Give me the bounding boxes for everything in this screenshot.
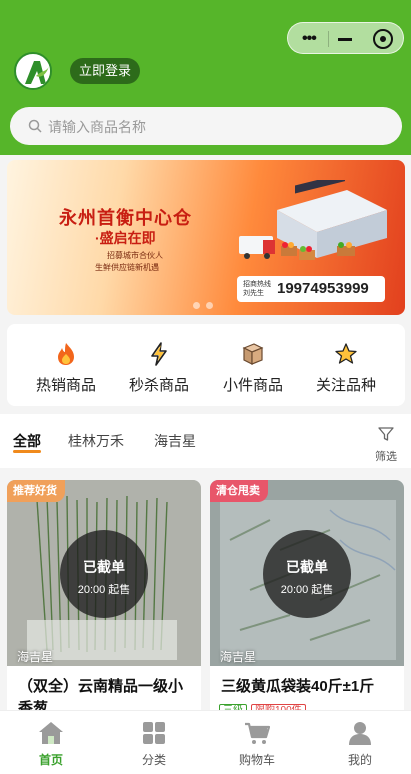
header: ••• 立即登录 请输入商品名称 (0, 0, 411, 155)
promo-ribbon: 清仓甩卖 (210, 480, 268, 502)
sale-time: 20:00 起售 (77, 584, 131, 596)
product-card[interactable]: 推荐好货 已截单 20:00 起售 海吉星 （双全）云南精品一级小香葱 (7, 480, 201, 730)
search-bar[interactable]: 请输入商品名称 (10, 107, 402, 145)
logo-icon (14, 52, 52, 90)
product-name[interactable]: 三级黄瓜袋装40斤±1斤 (221, 676, 399, 698)
category-followed[interactable]: 关注品种 (296, 342, 396, 395)
box-icon (203, 342, 303, 366)
filter-icon (378, 427, 394, 441)
tabbar-cart[interactable]: 购物车 (212, 719, 302, 768)
product-brand: 海吉星 (220, 650, 257, 664)
grid-icon (109, 719, 199, 747)
tab-all[interactable]: 全部 (13, 431, 41, 451)
category-label: 秒杀商品 (128, 377, 189, 394)
star-icon (296, 342, 396, 366)
target-icon[interactable] (373, 29, 393, 49)
more-dots-icon[interactable]: ••• (302, 30, 317, 48)
tab-active-indicator (13, 450, 41, 453)
tabbar-label: 购物车 (238, 753, 275, 767)
search-placeholder: 请输入商品名称 (48, 119, 146, 135)
banner-subtitle: ·盛启在即 (95, 230, 156, 246)
banner-line-2: 生鲜供应链新机遇 (95, 263, 159, 272)
mini-program-capsule: ••• (287, 22, 404, 54)
tabbar-home[interactable]: 首页 (6, 719, 96, 768)
filter-button[interactable]: 筛选 (373, 426, 399, 464)
hotline-number[interactable]: 19974953999 (277, 280, 369, 297)
bottom-tab-bar: 首页 分类 购物车 我的 (0, 710, 411, 774)
product-card[interactable]: 清仓甩卖 已截单 20:00 起售 海吉星 三级黄瓜袋装40斤±1斤 三级限购1… (210, 480, 404, 730)
sold-out-badge: 已截单 20:00 起售 (263, 530, 351, 618)
promo-ribbon: 推荐好货 (7, 480, 65, 502)
home-icon (6, 719, 96, 747)
capsule-divider (328, 31, 329, 47)
tabbar-label: 首页 (38, 753, 63, 767)
tabbar-label: 分类 (141, 753, 166, 767)
search-icon (28, 119, 42, 138)
banner-title: 永州首衡中心仓 (59, 208, 192, 228)
category-hot[interactable]: 热销商品 (16, 342, 116, 395)
warehouse-illustration (239, 180, 387, 260)
tabbar-label: 我的 (347, 753, 372, 767)
pager-dot[interactable] (206, 302, 213, 309)
flame-icon (16, 342, 116, 366)
category-small-items[interactable]: 小件商品 (203, 342, 303, 395)
minimize-icon[interactable] (338, 38, 352, 41)
category-label: 关注品种 (315, 377, 376, 394)
tab-haijixing[interactable]: 海吉星 (154, 431, 196, 451)
tab-guilin-wanhe[interactable]: 桂林万禾 (68, 431, 124, 451)
category-flash-sale[interactable]: 秒杀商品 (109, 342, 209, 395)
banner-pager (193, 296, 219, 314)
category-label: 热销商品 (35, 377, 96, 394)
tabbar-category[interactable]: 分类 (109, 719, 199, 768)
banner-line-1: 招募城市合伙人 (107, 251, 163, 260)
user-icon (315, 719, 405, 747)
category-shortcuts: 热销商品 秒杀商品 小件商品 关注品种 (7, 324, 405, 406)
tabbar-profile[interactable]: 我的 (315, 719, 405, 768)
hotline-box: 招商热线 刘先生 19974953999 (237, 276, 385, 302)
product-brand: 海吉星 (17, 650, 54, 664)
login-button[interactable]: 立即登录 (70, 58, 141, 84)
supplier-tabs: 全部 桂林万禾 海吉星 筛选 (0, 414, 411, 468)
pager-dot[interactable] (193, 302, 200, 309)
lightning-icon (109, 342, 209, 366)
cart-icon (212, 719, 302, 747)
filter-label: 筛选 (375, 451, 397, 463)
sold-out-status: 已截单 (83, 559, 125, 575)
sold-out-badge: 已截单 20:00 起售 (60, 530, 148, 618)
sale-time: 20:00 起售 (280, 584, 334, 596)
sold-out-status: 已截单 (286, 559, 328, 575)
category-label: 小件商品 (222, 377, 283, 394)
hotline-label: 招商热线 刘先生 (243, 281, 271, 297)
promo-banner[interactable]: 永州首衡中心仓 ·盛启在即 招募城市合伙人 生鲜供应链新机遇 招商热线 刘先生 … (7, 160, 405, 315)
